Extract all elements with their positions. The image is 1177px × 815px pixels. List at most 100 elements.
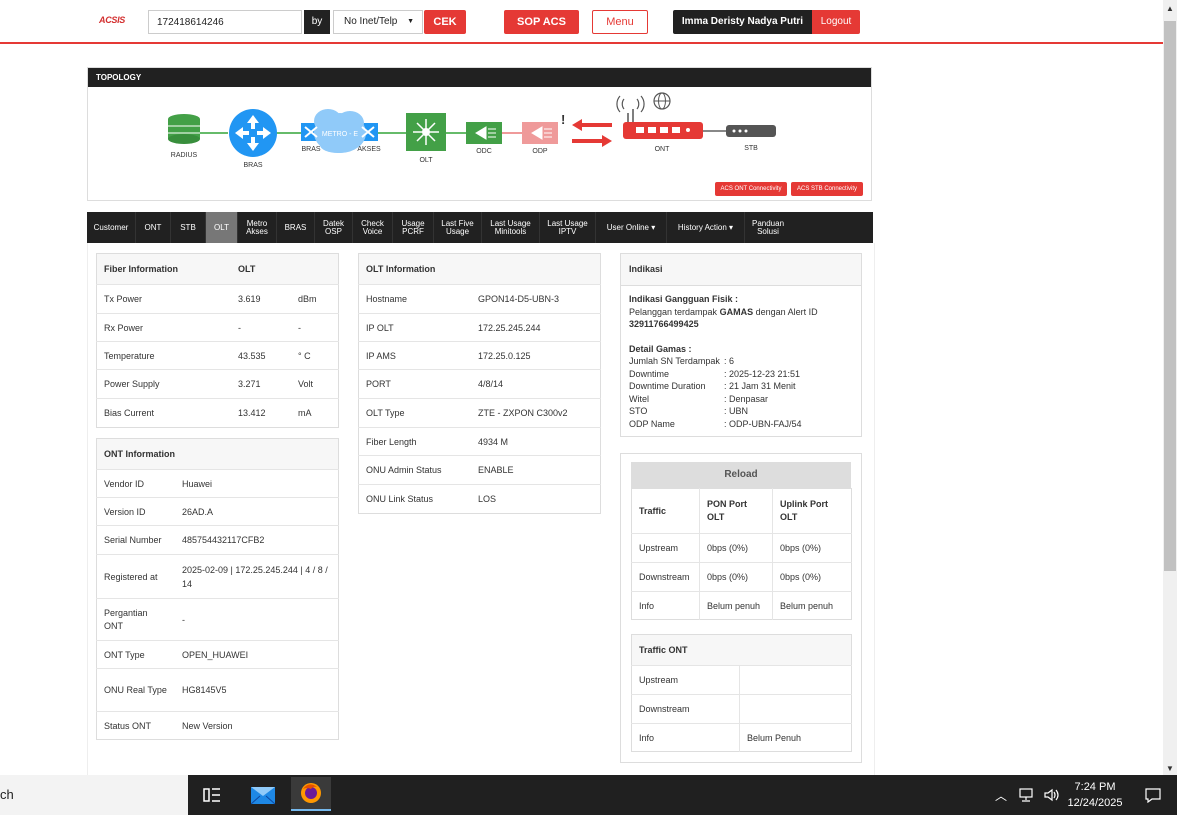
gangguan-post: dengan Alert ID	[755, 306, 818, 317]
search-type-value: No Inet/Telp	[344, 16, 398, 27]
mail-app-icon[interactable]	[243, 781, 283, 809]
uplink-port-header: Uplink Port OLT	[772, 488, 852, 534]
taskbar-search-input[interactable]: ch	[0, 775, 188, 815]
row-label: Pergantian ONT	[96, 598, 175, 641]
row-label: ONU Link Status	[358, 484, 471, 514]
table-row: Pergantian ONT -	[96, 598, 339, 641]
indikasi-panel: Indikasi Indikasi Gangguan Fisik : Pelan…	[620, 253, 862, 437]
taskbar-clock[interactable]: 7:24 PM 12/24/2025	[1060, 779, 1130, 811]
firefox-app-icon[interactable]	[291, 777, 331, 811]
user-name-button[interactable]: Imma Deristy Nadya Putri	[673, 10, 812, 34]
row-label: Tx Power	[96, 284, 231, 314]
row-label: ONU Real Type	[96, 668, 175, 712]
gangguan-title: Indikasi Gangguan Fisik :	[629, 294, 739, 304]
detail-key: STO	[629, 406, 648, 416]
tab-metro-akses[interactable]: Metro Akses	[238, 212, 277, 243]
tab-last-usage-iptv[interactable]: Last Usage IPTV	[540, 212, 596, 243]
acs-ont-connectivity-button[interactable]: ACS ONT Connectivity	[715, 182, 787, 196]
row-label: IP OLT	[358, 313, 471, 342]
tab-last-usage-minitools[interactable]: Last Usage Minitools	[482, 212, 540, 243]
row-label: Fiber Length	[358, 427, 471, 456]
app-logo[interactable]: ACSIS	[99, 15, 125, 25]
row-label: ONT Type	[96, 640, 175, 669]
olt-switch-icon[interactable]	[406, 113, 446, 151]
tab-ont[interactable]: ONT	[136, 212, 171, 243]
notification-icon[interactable]	[1133, 781, 1173, 809]
table-row: OLT Type ZTE - ZXPON C300v2	[358, 398, 601, 428]
tab-olt[interactable]: OLT	[206, 212, 238, 243]
row-value: 4/8/14	[471, 369, 601, 399]
logout-button[interactable]: Logout	[812, 10, 860, 34]
row-value: 172.25.0.125	[471, 341, 601, 370]
network-icon[interactable]	[1015, 781, 1037, 809]
tab-user-online-dropdown[interactable]: User Online ▾	[596, 212, 667, 243]
row-label: IP AMS	[358, 341, 471, 370]
topology-title: TOPOLOGY	[88, 68, 871, 87]
detail-key: ODP Name	[629, 418, 675, 429]
detail-value: : ODP-UBN-FAJ/54	[724, 418, 802, 429]
row-label: Power Supply	[96, 369, 231, 399]
odc-splitter-icon[interactable]	[466, 122, 502, 144]
ont-title: ONT Information	[96, 438, 339, 470]
tab-datek-osp[interactable]: Datek OSP	[315, 212, 353, 243]
table-row: Registered at 2025-02-09 | 172.25.245.244…	[96, 554, 339, 599]
detail-row: Downtime Duration: 21 Jam 31 Menit	[629, 380, 853, 393]
topology-panel: TOPOLOGY RADIUS BRAS METRO - E BRAS AKSE…	[87, 67, 872, 201]
search-input[interactable]	[148, 10, 302, 34]
scroll-down-icon[interactable]: ▼	[1163, 764, 1177, 773]
tab-bras[interactable]: BRAS	[277, 212, 315, 243]
tab-check-voice[interactable]: Check Voice	[353, 212, 393, 243]
row-value: 172.25.245.244	[471, 313, 601, 342]
tab-history-action-dropdown[interactable]: History Action ▾	[667, 212, 745, 243]
scrollbar-thumb[interactable]	[1164, 21, 1176, 571]
tab-usage-pcrf[interactable]: Usage PCRF	[393, 212, 434, 243]
detail-row: Jumlah SN Terdampak: 6	[629, 355, 853, 368]
detail-value: : 2025-12-23 21:51	[724, 368, 801, 379]
topology-diagram: RADIUS BRAS METRO - E BRAS AKSES OLT ODC…	[168, 92, 776, 169]
stb-box-icon[interactable]	[726, 125, 776, 137]
tab-last-five-usage[interactable]: Last Five Usage	[434, 212, 482, 243]
tab-stb[interactable]: STB	[171, 212, 206, 243]
tab-customer[interactable]: Customer	[87, 212, 136, 243]
table-row: Serial Number 485754432117CFB2	[96, 525, 339, 555]
row-value: ENABLE	[471, 455, 601, 485]
table-row: Downstream 0bps (0%) 0bps (0%)	[631, 562, 852, 592]
page-scrollbar[interactable]: ▲ ▼	[1163, 0, 1177, 775]
acs-stb-connectivity-button[interactable]: ACS STB Connectivity	[791, 182, 863, 196]
ont-modem-icon[interactable]	[616, 95, 703, 139]
row-value: 485754432117CFB2	[175, 525, 339, 555]
table-row: Power Supply 3.271 Volt	[96, 369, 339, 399]
table-row: ONT Type OPEN_HUAWEI	[96, 640, 339, 669]
table-row: Info Belum Penuh	[631, 723, 852, 752]
radius-icon[interactable]	[168, 114, 200, 144]
row-label: Hostname	[358, 284, 471, 314]
fiber-col-olt: OLT	[231, 253, 339, 285]
row-value: -	[231, 313, 291, 342]
clock-time: 7:24 PM	[1074, 781, 1116, 793]
reload-button[interactable]: Reload	[631, 462, 851, 488]
traffic-ont-title: Traffic ONT	[631, 634, 852, 666]
row-label: Bias Current	[96, 398, 231, 428]
cek-button[interactable]: CEK	[424, 10, 466, 34]
task-view-icon[interactable]	[192, 781, 232, 809]
table-row: Rx Power - -	[96, 313, 339, 342]
by-label: by	[304, 10, 330, 34]
table-row: ONU Real Type HG8145V5	[96, 668, 339, 712]
top-header: ACSIS by No Inet/Telp▼ CEK SOP ACS Menu …	[0, 0, 1163, 44]
row-label: Downstream	[631, 694, 740, 724]
sop-acs-button[interactable]: SOP ACS	[504, 10, 579, 34]
traffic-header: Traffic	[639, 506, 667, 516]
bras-router-icon[interactable]	[229, 109, 277, 157]
show-hidden-icons-chevron-icon[interactable]: ︿	[990, 781, 1012, 809]
volume-icon[interactable]	[1040, 781, 1062, 809]
menu-button[interactable]: Menu	[592, 10, 648, 34]
odp-splitter-icon[interactable]	[522, 122, 558, 144]
row-label: OLT Type	[358, 398, 471, 428]
los-arrows-icon	[572, 119, 612, 147]
search-type-select[interactable]: No Inet/Telp ▼	[333, 10, 423, 34]
scroll-up-icon[interactable]: ▲	[1163, 4, 1177, 13]
tab-panduan-solusi[interactable]: Panduan Solusi	[745, 212, 791, 243]
row-label: Upstream	[631, 665, 740, 695]
indikasi-title: Indikasi	[621, 254, 861, 286]
table-row: Vendor ID Huawei	[96, 469, 339, 498]
